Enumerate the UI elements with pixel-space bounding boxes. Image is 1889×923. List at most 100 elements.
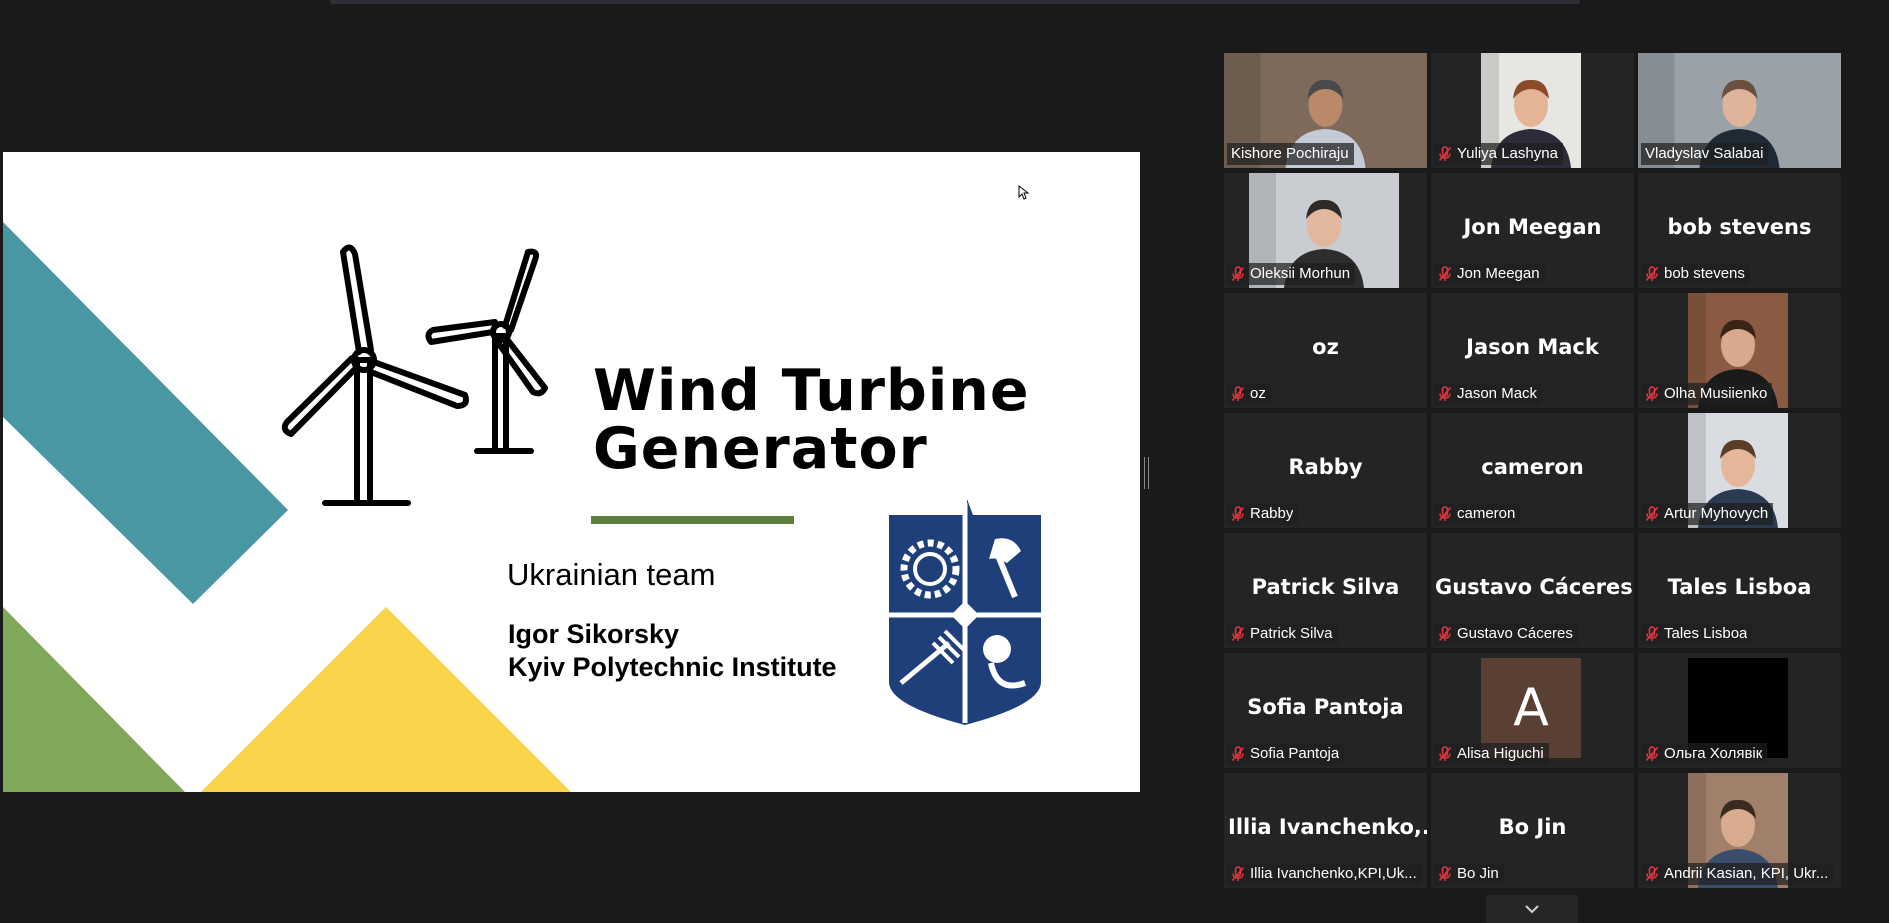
shared-screen-slide[interactable]: Wind Turbine Generator Ukrainian team Ig… xyxy=(3,152,1140,792)
participant-tile[interactable]: Sofia Pantoja Sofia Pantoja xyxy=(1224,653,1427,768)
participant-tile[interactable]: Bo Jin Bo Jin xyxy=(1431,773,1634,888)
participant-name: Oleksii Morhun xyxy=(1250,265,1351,282)
participant-tile[interactable]: Tales Lisboa Tales Lisboa xyxy=(1638,533,1841,648)
participant-tile[interactable]: Jason Mack Jason Mack xyxy=(1431,293,1634,408)
participant-name-label: Sofia Pantoja xyxy=(1227,743,1345,765)
institution-name: Igor Sikorsky Kyiv Polytechnic Institute xyxy=(508,618,837,684)
participant-display-name: Jon Meegan xyxy=(1463,215,1602,239)
muted-mic-icon xyxy=(1231,866,1245,882)
muted-mic-icon xyxy=(1645,626,1659,642)
university-crest-icon xyxy=(889,499,1041,725)
participant-name-label: cameron xyxy=(1434,503,1521,525)
title-underline xyxy=(591,516,794,524)
panel-resize-handle[interactable] xyxy=(1144,457,1149,489)
muted-mic-icon xyxy=(1231,506,1245,522)
participant-tile[interactable]: Gustavo Cáceres Gustavo Cáceres xyxy=(1431,533,1634,648)
participant-tile[interactable]: Patrick Silva Patrick Silva xyxy=(1224,533,1427,648)
participant-display-name: Illia Ivanchenko,... xyxy=(1228,815,1427,839)
participant-tile[interactable]: cameron cameron xyxy=(1431,413,1634,528)
participant-name: Vladyslav Salabai xyxy=(1645,145,1764,162)
muted-mic-icon xyxy=(1645,746,1659,762)
participant-name: bob stevens xyxy=(1664,265,1745,282)
muted-mic-icon xyxy=(1645,506,1659,522)
wind-turbine-icon xyxy=(281,244,548,506)
participant-name: Tales Lisboa xyxy=(1664,625,1748,642)
participant-name-label: Illia Ivanchenko,KPI,Uk... xyxy=(1227,863,1422,885)
muted-mic-icon xyxy=(1231,626,1245,642)
participant-display-name: Rabby xyxy=(1288,455,1363,479)
participant-display-name: bob stevens xyxy=(1667,215,1812,239)
participant-tile[interactable]: Oleksii Morhun xyxy=(1224,173,1427,288)
participant-name-label: Yuliya Lashyna xyxy=(1434,143,1563,165)
participant-name-label: Alisa Higuchi xyxy=(1434,743,1549,765)
muted-mic-icon xyxy=(1438,266,1452,282)
participant-tile[interactable]: Vladyslav Salabai xyxy=(1638,53,1841,168)
green-triangle-shape xyxy=(3,607,185,792)
participant-name: Sofia Pantoja xyxy=(1250,745,1340,762)
participant-tile[interactable]: Olha Musiienko xyxy=(1638,293,1841,408)
participant-display-name: Gustavo Cáceres xyxy=(1435,575,1633,599)
participant-name-label: Andrii Kasian, KPI, Ukr... xyxy=(1641,863,1834,885)
participant-name-label: Olha Musiienko xyxy=(1641,383,1773,405)
participant-display-name: Sofia Pantoja xyxy=(1247,695,1404,719)
participant-name-label: bob stevens xyxy=(1641,263,1750,285)
participant-tile[interactable]: bob stevens bob stevens xyxy=(1638,173,1841,288)
participant-tile[interactable]: A Alisa Higuchi xyxy=(1431,653,1634,768)
chevron-down-icon xyxy=(1525,905,1539,914)
muted-mic-icon xyxy=(1231,266,1245,282)
participant-tile[interactable]: Andrii Kasian, KPI, Ukr... xyxy=(1638,773,1841,888)
institution-line-1: Igor Sikorsky xyxy=(508,619,680,649)
participant-name: Gustavo Cáceres xyxy=(1457,625,1573,642)
participant-name-label: Oleksii Morhun xyxy=(1227,263,1356,285)
participant-display-name: cameron xyxy=(1481,455,1584,479)
participant-name: Patrick Silva xyxy=(1250,625,1333,642)
participant-name-label: Vladyslav Salabai xyxy=(1641,143,1769,165)
muted-mic-icon xyxy=(1438,626,1452,642)
participant-name: cameron xyxy=(1457,505,1516,522)
muted-mic-icon xyxy=(1645,386,1659,402)
participant-name: Rabby xyxy=(1250,505,1294,522)
participant-tile[interactable]: oz oz xyxy=(1224,293,1427,408)
muted-mic-icon xyxy=(1231,386,1245,402)
participant-name: Ольга Холявік xyxy=(1664,745,1763,762)
participant-tile[interactable]: Illia Ivanchenko,... Illia Ivanchenko,KP… xyxy=(1224,773,1427,888)
participant-name-label: Rabby xyxy=(1227,503,1299,525)
slide-title-line-1: Wind Turbine xyxy=(593,358,1030,424)
muted-mic-icon xyxy=(1438,866,1452,882)
participant-tile[interactable]: Yuliya Lashyna xyxy=(1431,53,1634,168)
muted-mic-icon xyxy=(1438,146,1452,162)
participant-name: Artur Myhovych xyxy=(1664,505,1769,522)
participant-display-name: Patrick Silva xyxy=(1251,575,1400,599)
top-toolbar-strip[interactable] xyxy=(330,0,1580,4)
muted-mic-icon xyxy=(1438,506,1452,522)
participant-name-label: Patrick Silva xyxy=(1227,623,1338,645)
participant-name: Yuliya Lashyna xyxy=(1457,145,1558,162)
participant-name: Andrii Kasian, KPI, Ukr... xyxy=(1664,865,1829,882)
participant-tile[interactable]: Artur Myhovych xyxy=(1638,413,1841,528)
participant-name-label: Kishore Pochiraju xyxy=(1227,143,1354,165)
participant-tile[interactable]: Ольга Холявік xyxy=(1638,653,1841,768)
participant-display-name: oz xyxy=(1312,335,1339,359)
participant-tile[interactable]: Rabby Rabby xyxy=(1224,413,1427,528)
slide-title-line-2: Generator xyxy=(593,416,928,482)
participant-name-label: oz xyxy=(1227,383,1271,405)
participant-display-name: Jason Mack xyxy=(1466,335,1599,359)
participant-tile[interactable]: Kishore Pochiraju xyxy=(1224,53,1427,168)
participant-name-label: Gustavo Cáceres xyxy=(1434,623,1578,645)
zoom-meeting-window: Wind Turbine Generator Ukrainian team Ig… xyxy=(0,0,1889,923)
muted-mic-icon xyxy=(1438,386,1452,402)
muted-mic-icon xyxy=(1231,746,1245,762)
muted-mic-icon xyxy=(1645,866,1659,882)
participant-name-label: Bo Jin xyxy=(1434,863,1504,885)
participant-name-label: Tales Lisboa xyxy=(1641,623,1753,645)
participant-display-name: Tales Lisboa xyxy=(1667,575,1812,599)
institution-line-2: Kyiv Polytechnic Institute xyxy=(508,652,837,682)
participant-name: Jason Mack xyxy=(1457,385,1538,402)
participant-tile[interactable]: Jon Meegan Jon Meegan xyxy=(1431,173,1634,288)
slide-title: Wind Turbine Generator xyxy=(593,362,1030,478)
gallery-expand-button[interactable] xyxy=(1486,895,1578,923)
participant-name-label: Artur Myhovych xyxy=(1641,503,1774,525)
participant-name-label: Jason Mack xyxy=(1434,383,1543,405)
participant-name: Jon Meegan xyxy=(1457,265,1540,282)
team-label: Ukrainian team xyxy=(507,557,716,592)
